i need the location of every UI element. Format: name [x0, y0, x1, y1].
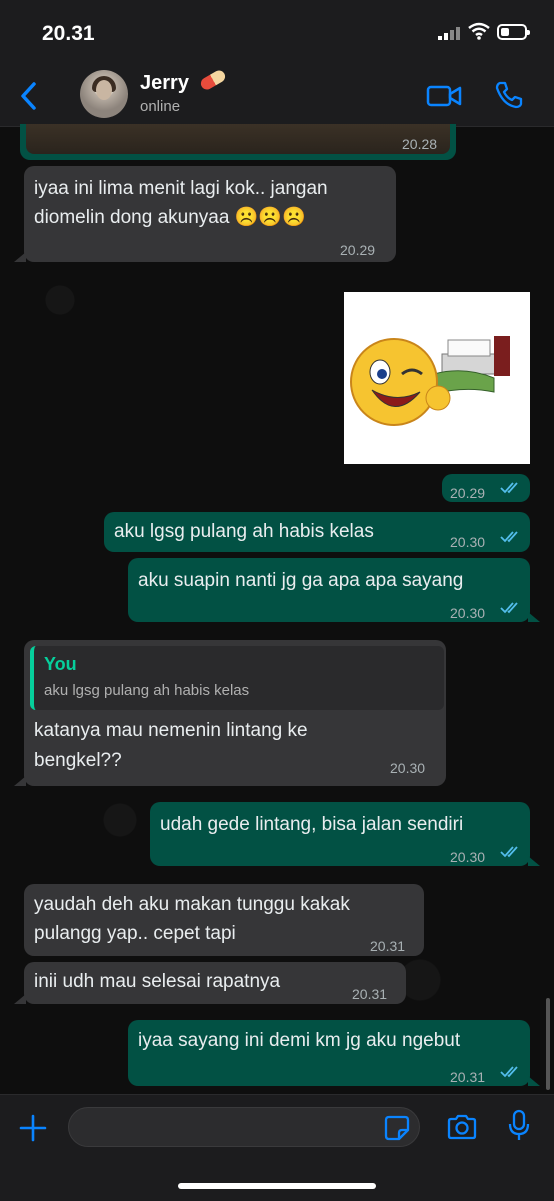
message-text: inii udh mau selesai rapatnya: [34, 971, 281, 992]
incoming-message[interactable]: inii udh mau selesai rapatnya 20.31: [24, 962, 406, 1004]
bubble-tail: [14, 776, 26, 786]
message-time: 20.31: [352, 986, 388, 1002]
message-time: 20.30: [390, 760, 426, 776]
contact-name[interactable]: Jerry: [140, 72, 189, 95]
sticker-message[interactable]: [344, 292, 530, 464]
battery-icon: [497, 24, 530, 40]
status-bar: 20.31: [0, 0, 554, 66]
double-check-icon: [500, 1066, 518, 1078]
message-time: 20.29: [340, 242, 376, 258]
quoted-text: aku lgsg pulang ah habis kelas: [44, 682, 250, 699]
message-text: aku lgsg pulang ah habis kelas: [114, 521, 374, 542]
message-text: iyaa ini lima menit lagi kok.. jangan di…: [34, 178, 328, 228]
double-check-icon: [500, 482, 518, 494]
message-input[interactable]: [68, 1107, 420, 1147]
message-time: 20.31: [370, 938, 406, 954]
back-chevron-icon[interactable]: [14, 78, 44, 114]
message-time: 20.30: [450, 534, 486, 550]
plus-icon[interactable]: [18, 1113, 48, 1143]
outgoing-message[interactable]: iyaa sayang ini demi km jg aku ngebut 20…: [128, 1020, 530, 1086]
photo-thumbnail[interactable]: [26, 124, 450, 154]
quoted-author: You: [44, 654, 77, 674]
message-time: 20.30: [450, 605, 486, 621]
bubble-tail: [528, 856, 540, 866]
bubble-tail: [14, 252, 26, 262]
message-text: aku suapin nanti jg ga apa apa sayang: [138, 570, 464, 591]
bubble-tail: [14, 994, 26, 1004]
message-text: iyaa sayang ini demi km jg aku ngebut: [138, 1030, 461, 1051]
presence-status: online: [140, 98, 181, 115]
outgoing-message[interactable]: aku suapin nanti jg ga apa apa sayang 20…: [128, 558, 530, 622]
bubble-tail: [528, 612, 540, 622]
microphone-icon[interactable]: [508, 1109, 530, 1143]
message-time: 20.29: [450, 485, 486, 501]
pill-emoji-icon: [198, 68, 228, 92]
message-time: 20.28: [402, 136, 438, 152]
double-check-icon: [500, 531, 518, 543]
signal-icon: [438, 27, 460, 40]
winking-emoji-sticker: [350, 336, 510, 426]
wifi-icon: [468, 22, 490, 40]
incoming-message[interactable]: yaudah deh aku makan tunggu kakak pulang…: [24, 884, 424, 956]
camera-icon[interactable]: [446, 1113, 478, 1141]
scrollbar[interactable]: [546, 998, 550, 1090]
message-text: katanya mau nemenin lintang ke bengkel??: [34, 720, 308, 771]
chat-header: Jerry online: [0, 66, 554, 127]
video-call-icon[interactable]: [426, 84, 462, 108]
incoming-message[interactable]: iyaa ini lima menit lagi kok.. jangan di…: [24, 166, 396, 262]
message-time: 20.31: [450, 1069, 486, 1085]
sticker-time-pill: 20.29: [442, 474, 530, 502]
status-time: 20.31: [42, 22, 95, 45]
double-check-icon: [500, 602, 518, 614]
outgoing-message[interactable]: udah gede lintang, bisa jalan sendiri 20…: [150, 802, 530, 866]
outgoing-message[interactable]: aku lgsg pulang ah habis kelas 20.30: [104, 512, 530, 552]
quoted-message[interactable]: You aku lgsg pulang ah habis kelas: [30, 646, 444, 710]
message-time: 20.30: [450, 849, 486, 865]
phone-icon[interactable]: [494, 80, 524, 110]
sticker-icon[interactable]: [384, 1115, 410, 1141]
photo-message[interactable]: 20.28: [20, 124, 456, 160]
compose-bar: [0, 1094, 554, 1201]
message-text: udah gede lintang, bisa jalan sendiri: [160, 814, 464, 835]
home-indicator: [178, 1183, 376, 1189]
bubble-tail: [528, 1076, 540, 1086]
double-check-icon: [500, 846, 518, 858]
avatar[interactable]: [80, 70, 128, 118]
message-text: yaudah deh aku makan tunggu kakak pulang…: [34, 894, 350, 944]
